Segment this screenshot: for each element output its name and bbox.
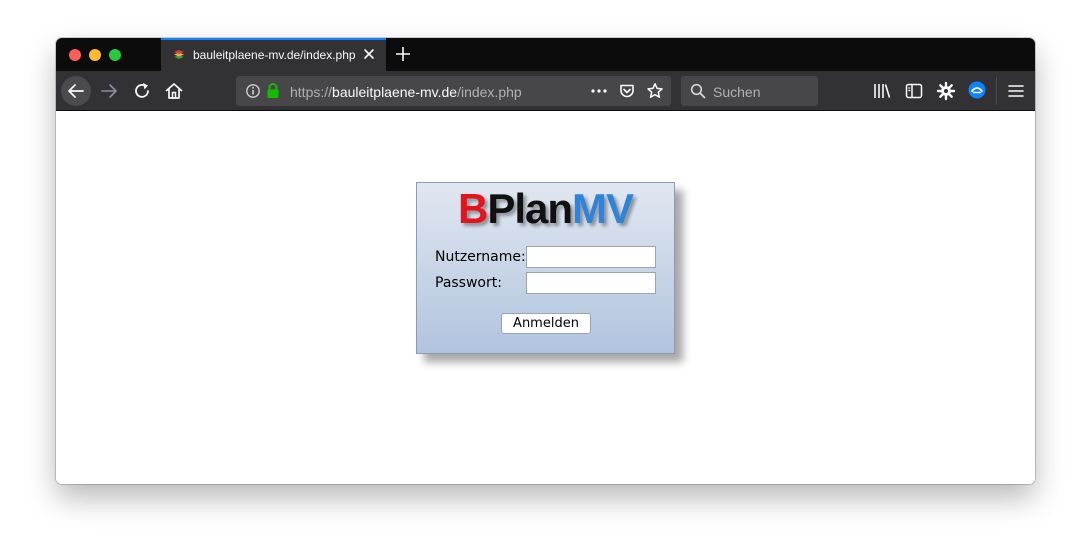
username-input[interactable]: [526, 246, 656, 268]
password-input[interactable]: [526, 272, 656, 294]
site-favicon-icon: [174, 50, 184, 59]
page-content: BPlanMV Nutzername: Passwort: Anmelden: [56, 111, 1035, 484]
bookmark-star-icon[interactable]: [646, 82, 664, 100]
navigation-toolbar: https://bauleitplaene-mv.de/index.php Su…: [56, 71, 1035, 111]
search-placeholder: Suchen: [713, 84, 761, 100]
logo-b: B: [457, 185, 488, 232]
arrow-left-icon: [68, 84, 84, 98]
url-text: https://bauleitplaene-mv.de/index.php: [290, 84, 522, 100]
password-label: Passwort:: [435, 275, 502, 291]
url-path: /index.php: [457, 84, 522, 100]
tab-title: bauleitplaene-mv.de/index.php: [193, 48, 356, 62]
new-tab-icon[interactable]: [394, 45, 412, 63]
tab-strip: bauleitplaene-mv.de/index.php: [56, 38, 1035, 71]
pocket-icon[interactable]: [618, 82, 636, 100]
info-icon[interactable]: [245, 83, 261, 99]
browser-window: bauleitplaene-mv.de/index.php https://ba…: [56, 38, 1035, 484]
search-bar[interactable]: Suchen: [681, 76, 818, 106]
tab-active[interactable]: bauleitplaene-mv.de/index.php: [161, 38, 386, 71]
url-bar[interactable]: https://bauleitplaene-mv.de/index.php: [236, 76, 671, 106]
login-box: BPlanMV Nutzername: Passwort: Anmelden: [416, 182, 675, 354]
library-icon[interactable]: [872, 81, 892, 101]
close-window-button[interactable]: [69, 49, 81, 61]
gear-extension-icon[interactable]: [936, 81, 956, 101]
search-icon: [690, 83, 706, 99]
bplanmv-logo: BPlanMV: [417, 185, 674, 233]
extension-icon[interactable]: [967, 80, 987, 100]
reload-icon[interactable]: [131, 80, 153, 102]
lock-icon[interactable]: [265, 82, 281, 99]
more-actions-icon[interactable]: [590, 84, 608, 98]
home-icon[interactable]: [163, 80, 185, 102]
forward-arrow-icon[interactable]: [98, 80, 120, 102]
login-button[interactable]: Anmelden: [501, 313, 591, 334]
logo-mv: MV: [572, 185, 634, 232]
url-scheme: https://: [290, 84, 333, 100]
hamburger-menu-icon[interactable]: [1006, 81, 1026, 101]
maximize-window-button[interactable]: [109, 49, 121, 61]
logo-plan: Plan: [487, 185, 573, 232]
close-tab-icon[interactable]: [362, 47, 376, 61]
back-button[interactable]: [61, 76, 91, 106]
username-label: Nutzername:: [435, 249, 526, 265]
url-host: bauleitplaene-mv.de: [332, 84, 458, 100]
sidebar-icon[interactable]: [904, 81, 924, 101]
minimize-window-button[interactable]: [89, 49, 101, 61]
toolbar-divider: [996, 77, 997, 105]
